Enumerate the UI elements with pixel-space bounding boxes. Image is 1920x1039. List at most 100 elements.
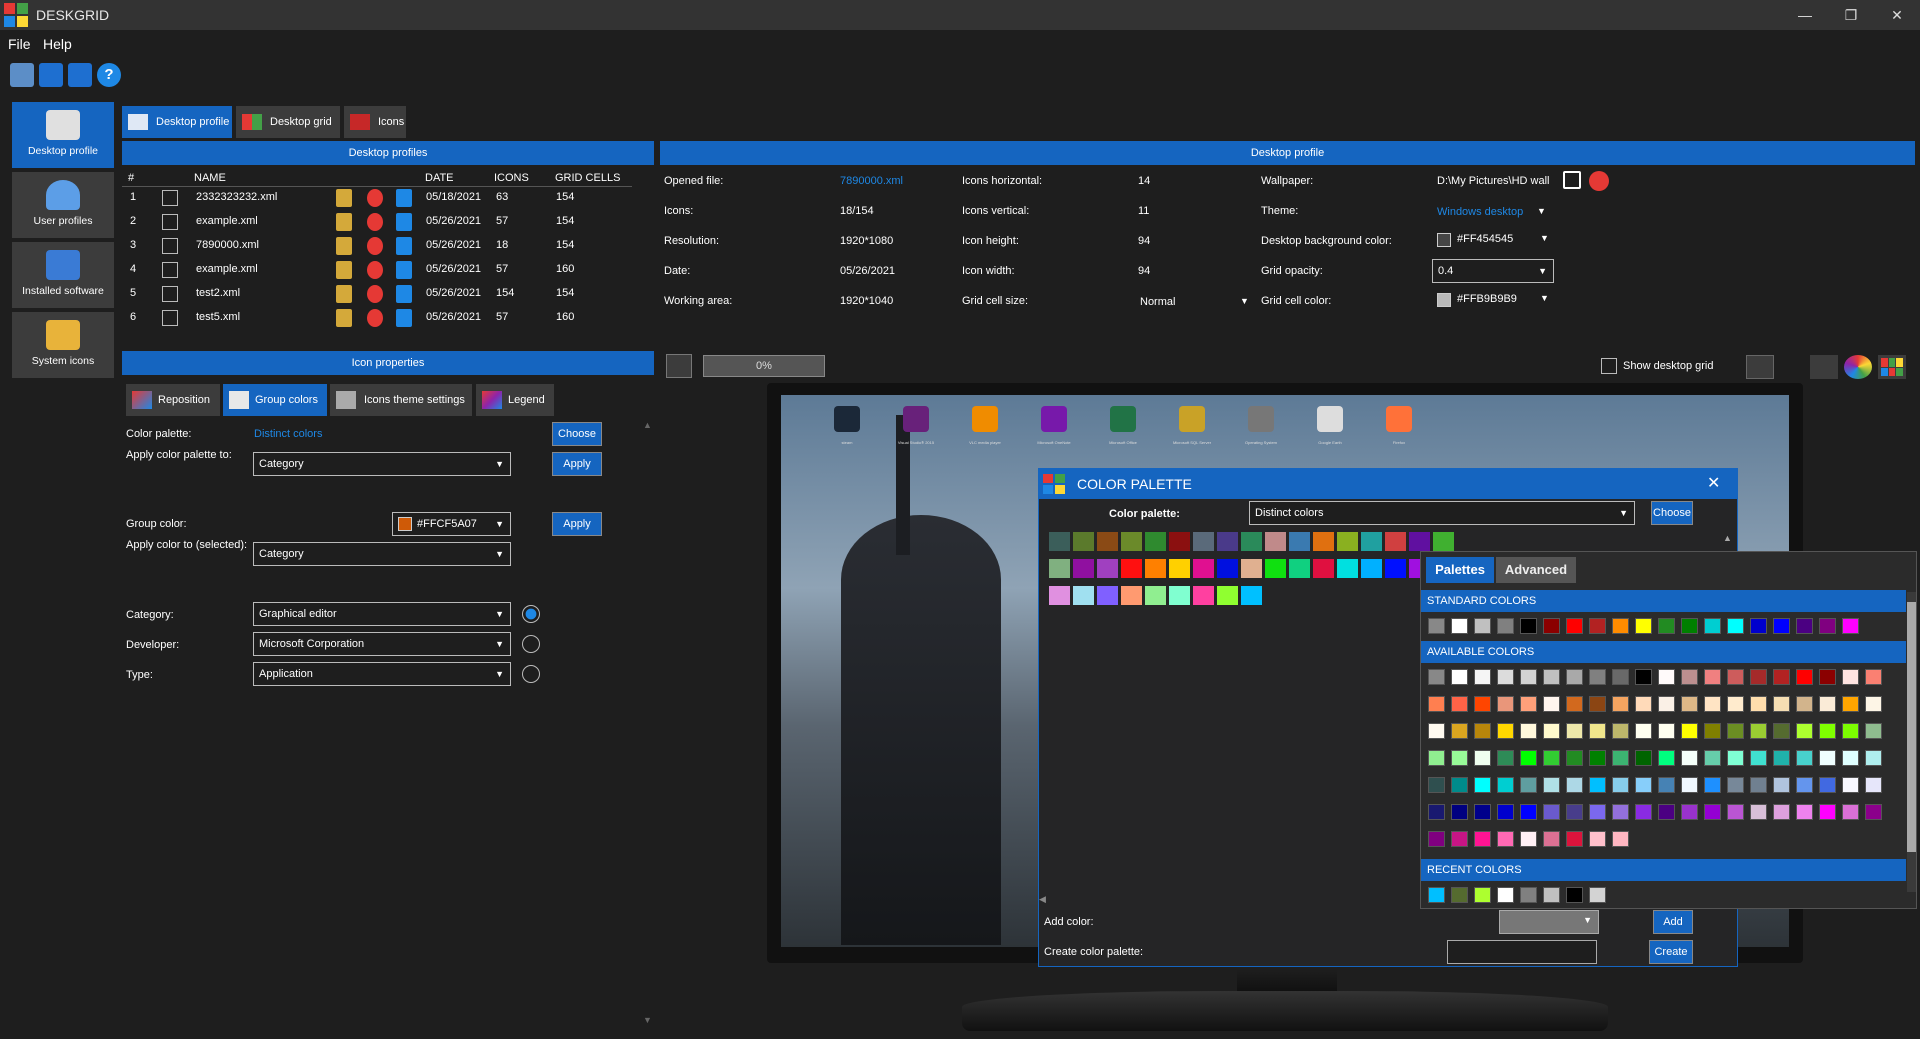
palette-swatch[interactable] (1217, 559, 1238, 578)
palette-swatch[interactable] (1073, 586, 1094, 605)
available-color-swatch[interactable] (1428, 831, 1445, 847)
grid-opacity-select[interactable]: 0.4 ▼ (1432, 259, 1554, 283)
palette-swatch[interactable] (1193, 559, 1214, 578)
scroll-up-icon[interactable]: ▲ (1723, 533, 1732, 543)
available-color-swatch[interactable] (1612, 723, 1629, 739)
delete-icon[interactable] (367, 189, 383, 207)
document-icon[interactable] (396, 309, 412, 327)
available-color-swatch[interactable] (1566, 723, 1583, 739)
available-color-swatch[interactable] (1520, 750, 1537, 766)
available-color-swatch[interactable] (1750, 750, 1767, 766)
standard-color-swatch[interactable] (1773, 618, 1790, 634)
available-color-swatch[interactable] (1520, 804, 1537, 820)
row-checkbox[interactable] (162, 214, 178, 230)
delete-icon[interactable] (1589, 171, 1609, 191)
available-color-swatch[interactable] (1635, 696, 1652, 712)
palette-swatch[interactable] (1193, 532, 1214, 551)
available-color-swatch[interactable] (1497, 723, 1514, 739)
available-color-swatch[interactable] (1750, 804, 1767, 820)
available-color-swatch[interactable] (1589, 669, 1606, 685)
available-color-swatch[interactable] (1865, 723, 1882, 739)
palette-swatch[interactable] (1361, 532, 1382, 551)
available-color-swatch[interactable] (1819, 696, 1836, 712)
table-row[interactable]: 1 2332323232.xml 05/18/2021 63 154 (120, 186, 650, 210)
available-color-swatch[interactable] (1566, 804, 1583, 820)
available-color-swatch[interactable] (1520, 723, 1537, 739)
available-color-swatch[interactable] (1704, 696, 1721, 712)
open-folder-icon[interactable] (336, 285, 352, 303)
available-color-swatch[interactable] (1750, 669, 1767, 685)
palette-swatch[interactable] (1169, 586, 1190, 605)
palette-swatch[interactable] (1145, 559, 1166, 578)
palette-swatch[interactable] (1049, 586, 1070, 605)
open-folder-icon[interactable] (336, 237, 352, 255)
available-color-swatch[interactable] (1497, 696, 1514, 712)
recent-color-swatch[interactable] (1520, 887, 1537, 903)
available-color-swatch[interactable] (1566, 750, 1583, 766)
palette-swatch[interactable] (1337, 559, 1358, 578)
available-color-swatch[interactable] (1658, 696, 1675, 712)
available-color-swatch[interactable] (1451, 723, 1468, 739)
tab-desktop-grid[interactable]: Desktop grid (236, 106, 340, 138)
available-color-swatch[interactable] (1635, 804, 1652, 820)
available-color-swatch[interactable] (1681, 723, 1698, 739)
available-color-swatch[interactable] (1842, 750, 1859, 766)
available-color-swatch[interactable] (1497, 777, 1514, 793)
subtab-group-colors[interactable]: Group colors (223, 384, 327, 416)
available-color-swatch[interactable] (1451, 804, 1468, 820)
desktop-icon[interactable]: VLC media player (955, 406, 1015, 445)
available-color-swatch[interactable] (1612, 669, 1629, 685)
available-color-swatch[interactable] (1842, 777, 1859, 793)
available-color-swatch[interactable] (1727, 669, 1744, 685)
palette-swatch[interactable] (1097, 532, 1118, 551)
available-color-swatch[interactable] (1727, 804, 1744, 820)
available-color-swatch[interactable] (1658, 669, 1675, 685)
tab-desktop-profile[interactable]: Desktop profile (122, 106, 232, 138)
available-color-swatch[interactable] (1750, 723, 1767, 739)
recent-color-swatch[interactable] (1428, 887, 1445, 903)
palette-swatch[interactable] (1169, 532, 1190, 551)
standard-color-swatch[interactable] (1819, 618, 1836, 634)
available-color-swatch[interactable] (1543, 723, 1560, 739)
available-color-swatch[interactable] (1566, 831, 1583, 847)
available-color-swatch[interactable] (1773, 750, 1790, 766)
available-color-swatch[interactable] (1819, 723, 1836, 739)
available-color-swatch[interactable] (1474, 696, 1491, 712)
delete-icon[interactable] (367, 237, 383, 255)
category-select[interactable]: Graphical editor ▼ (253, 602, 511, 626)
available-color-swatch[interactable] (1704, 669, 1721, 685)
group-color-select[interactable]: #FFCF5A07 ▼ (392, 512, 511, 536)
recent-color-swatch[interactable] (1474, 887, 1491, 903)
desktop-icon[interactable]: Microsoft Office (1093, 406, 1153, 445)
apply-palette-select[interactable]: Category ▼ (253, 452, 511, 476)
standard-color-swatch[interactable] (1428, 618, 1445, 634)
available-color-swatch[interactable] (1543, 777, 1560, 793)
available-color-swatch[interactable] (1451, 750, 1468, 766)
choose-palette-button[interactable]: Choose (552, 422, 602, 446)
available-color-swatch[interactable] (1796, 804, 1813, 820)
standard-color-swatch[interactable] (1704, 618, 1721, 634)
standard-color-swatch[interactable] (1566, 618, 1583, 634)
palette-swatch[interactable] (1097, 586, 1118, 605)
delete-icon[interactable] (367, 285, 383, 303)
delete-icon[interactable] (367, 309, 383, 327)
open-folder-icon[interactable] (336, 261, 352, 279)
available-color-swatch[interactable] (1865, 696, 1882, 712)
standard-color-swatch[interactable] (1727, 618, 1744, 634)
available-color-swatch[interactable] (1566, 669, 1583, 685)
available-color-swatch[interactable] (1681, 804, 1698, 820)
available-color-swatch[interactable] (1635, 723, 1652, 739)
open-folder-icon[interactable] (336, 189, 352, 207)
available-color-swatch[interactable] (1612, 804, 1629, 820)
palette-swatch[interactable] (1049, 532, 1070, 551)
available-color-swatch[interactable] (1842, 696, 1859, 712)
palette-swatch[interactable] (1361, 559, 1382, 578)
grid-cell-color-select[interactable]: #FFB9B9B9 ▼ (1437, 293, 1549, 307)
available-color-swatch[interactable] (1451, 696, 1468, 712)
tab-palettes[interactable]: Palettes (1426, 557, 1494, 583)
available-color-swatch[interactable] (1612, 696, 1629, 712)
monitor-icon[interactable] (1746, 355, 1774, 379)
apply-group-color-button[interactable]: Apply (552, 512, 602, 536)
document-icon[interactable] (396, 189, 412, 207)
standard-color-swatch[interactable] (1497, 618, 1514, 634)
